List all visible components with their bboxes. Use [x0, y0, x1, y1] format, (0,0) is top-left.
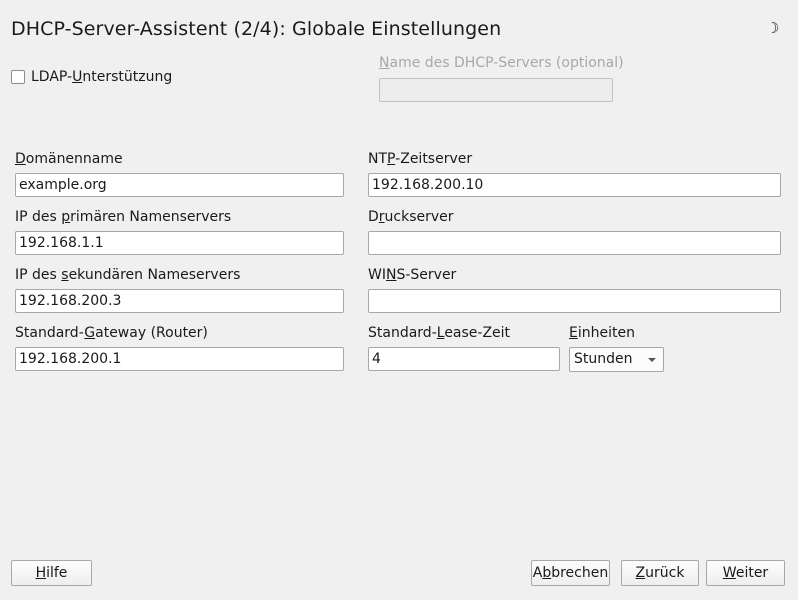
dropdown-arrow-icon — [648, 358, 656, 362]
primary-nameserver-input[interactable]: 192.168.1.1 — [15, 231, 344, 255]
label-part: Standard- — [15, 325, 85, 341]
label-part: uckserver — [384, 209, 454, 225]
label-part: -Zeitserver — [395, 151, 473, 167]
label-part: ease-Zeit — [444, 325, 511, 341]
wins-server-input[interactable] — [368, 289, 781, 313]
label-part: Standard- — [368, 325, 437, 341]
server-name-input — [379, 78, 613, 102]
mnemonic: W — [722, 565, 736, 581]
server-name-label: Name des DHCP-Servers (optional) — [379, 55, 624, 71]
page-title: DHCP-Server-Assistent (2/4): Globale Ein… — [11, 18, 502, 40]
mnemonic: H — [35, 565, 47, 581]
dhcp-wizard-window: DHCP-Server-Assistent (2/4): Globale Ein… — [0, 0, 798, 600]
label-part: NT — [368, 151, 388, 167]
ldap-support-checkbox[interactable]: LDAP-Unterstützung — [11, 69, 172, 85]
button-label-part: brechen — [551, 565, 609, 581]
gateway-label: Standard-Gateway (Router) — [15, 325, 208, 341]
units-select[interactable]: Stunden — [569, 347, 664, 372]
secondary-nameserver-label: IP des sekundären Nameservers — [15, 267, 240, 283]
mnemonic: Z — [635, 565, 646, 581]
button-label-part: ilfe — [46, 565, 68, 581]
button-label-part: eiter — [735, 565, 769, 581]
mnemonic: P — [387, 151, 396, 167]
lease-time-label: Standard-Lease-Zeit — [368, 325, 510, 341]
label-part: rimären Namenservers — [70, 209, 232, 225]
mnemonic: E — [569, 325, 578, 341]
lease-time-input[interactable]: 4 — [368, 347, 560, 371]
label-part: ateway (Router) — [95, 325, 208, 341]
button-label-part: urück — [645, 565, 685, 581]
label-part: omänenname — [25, 151, 123, 167]
mnemonic: p — [61, 209, 71, 225]
mnemonic: b — [542, 565, 552, 581]
mnemonic: D — [15, 151, 26, 167]
primary-nameserver-label: IP des primären Namenservers — [15, 209, 231, 225]
print-server-input[interactable] — [368, 231, 781, 255]
mnemonic: N — [379, 55, 390, 71]
button-label-part: A — [532, 565, 543, 581]
label-part: LDAP- — [31, 69, 73, 85]
moon-icon: ☽ — [766, 19, 780, 37]
label-part: ekundären Nameservers — [68, 267, 241, 283]
label-part: nterstützung — [82, 69, 173, 85]
mnemonic: G — [84, 325, 96, 341]
label-part: IP des — [15, 267, 62, 283]
units-label: Einheiten — [569, 325, 635, 341]
label-part: IP des — [15, 209, 62, 225]
ntp-server-input[interactable]: 192.168.200.10 — [368, 173, 781, 197]
ntp-server-label: NTP-Zeitserver — [368, 151, 472, 167]
ldap-support-label: LDAP-Unterstützung — [31, 69, 172, 85]
label-part: S-Server — [396, 267, 457, 283]
label-part: ame des DHCP-Servers (optional) — [389, 55, 624, 71]
help-button[interactable]: Hilfe — [11, 560, 92, 586]
cancel-button[interactable]: Abbrechen — [531, 560, 610, 586]
label-part: D — [368, 209, 379, 225]
label-part: inheiten — [577, 325, 635, 341]
mnemonic: N — [385, 267, 397, 283]
gateway-input[interactable]: 192.168.200.1 — [15, 347, 344, 371]
wins-server-label: WINS-Server — [368, 267, 456, 283]
label-part: WI — [368, 267, 386, 283]
mnemonic: s — [61, 267, 69, 283]
domain-name-label: Domänenname — [15, 151, 123, 167]
units-selected-value: Stunden — [574, 351, 633, 367]
secondary-nameserver-input[interactable]: 192.168.200.3 — [15, 289, 344, 313]
checkbox-box[interactable] — [11, 70, 25, 84]
back-button[interactable]: Zurück — [621, 560, 699, 586]
mnemonic: U — [72, 69, 83, 85]
print-server-label: Druckserver — [368, 209, 454, 225]
next-button[interactable]: Weiter — [706, 560, 785, 586]
domain-name-input[interactable]: example.org — [15, 173, 344, 197]
